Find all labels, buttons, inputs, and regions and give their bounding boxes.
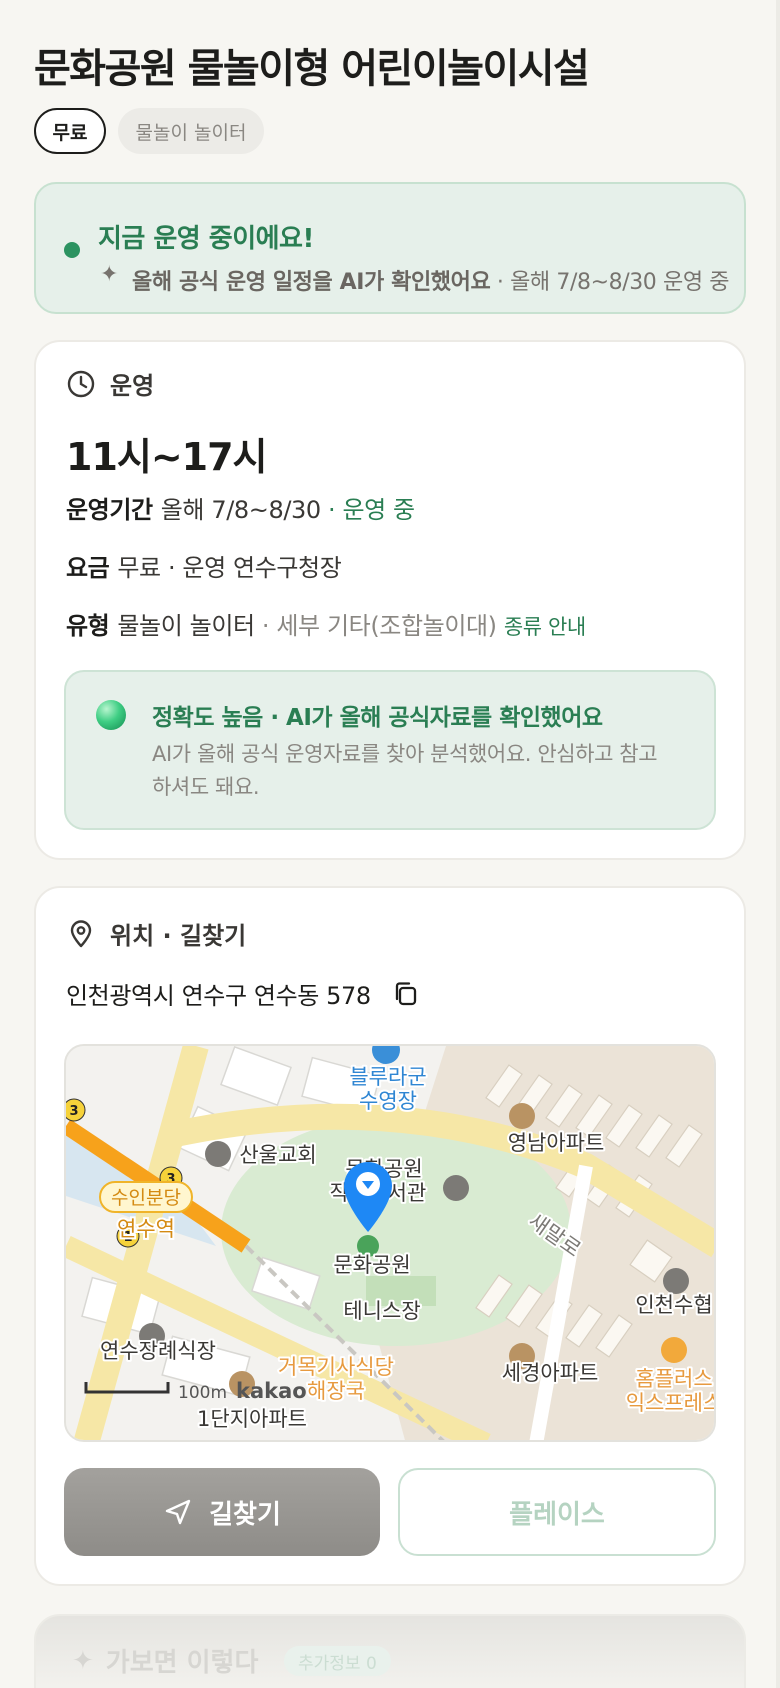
operation-card: 운영 11시~17시 운영기간 올해 7/8~8/30 · 운영 중 요금 무료 ·… [34,340,746,860]
location-heading-label: 위치 · 길찾기 [110,922,247,950]
fee-label: 요금 [66,554,110,582]
sparkle-icon: ✦ [100,262,119,287]
status-title: 지금 운영 중이에요! [98,224,314,254]
map-label-restaurant2: 해장국 [307,1379,365,1403]
ai-accuracy-desc: AI가 올해 공식 운영자료를 찾아 분석했어요. 안심하고 참고하셔도 돼요. [152,742,658,799]
type-detail: · 세부 기타(조합놀이대) [254,612,497,640]
ai-accuracy-box: 정확도 높음 · AI가 올해 공식자료를 확인했어요 AI가 올해 공식 운영… [64,670,716,830]
location-card: 위치 · 길찾기 인천광역시 연수구 연수동 578 3 3 1 블루라군 수영… [34,886,746,1586]
status-subtitle-bold: 올해 공식 운영 일정을 AI가 확인했어요 [132,270,491,295]
map-label-pool2: 수영장 [359,1089,417,1113]
map-label-restaurant1: 거목기사식당 [278,1355,394,1379]
map-label-tennis: 테니스장 [343,1299,420,1323]
sparkle-icon: ✦ [72,1645,94,1676]
directions-button-label: 길찾기 [209,1499,281,1530]
fee-row: 요금 무료 · 운영 연수구청장 [66,548,342,583]
period-value: 올해 7/8~8/30 [160,496,321,524]
operation-heading-label: 운영 [110,372,155,400]
type-value: 물놀이 놀이터 [117,612,255,640]
directions-button[interactable]: 길찾기 [64,1468,380,1556]
next-section-card[interactable]: ✦ 가보면 이렇다 추가정보 0 [34,1614,746,1688]
operating-hours: 11시~17시 [66,435,268,479]
map-label-apt3: 1단지아파트 [197,1407,307,1431]
status-banner: 지금 운영 중이에요! ✦ 올해 공식 운영 일정을 AI가 확인했어요 · 올… [34,182,746,314]
free-chip: 무료 [34,108,106,154]
location-map[interactable]: 3 3 1 블루라군 수영장 산울교회 영남아파트 문화공원 작은 [64,1044,716,1442]
page-title: 문화공원 물놀이형 어린이놀이시설 [34,46,590,92]
ai-orb-icon [96,700,126,730]
address-row: 인천광역시 연수구 연수동 578 [66,976,421,1011]
map-label-apt1: 영남아파트 [508,1131,605,1155]
location-heading: 위치 · 길찾기 [66,916,246,951]
type-chip: 물놀이 놀이터 [118,108,264,154]
navigation-arrow-icon [165,1499,191,1525]
type-guide-link[interactable]: 종류 안내 [504,615,586,639]
map-label-station2: 연수역 [117,1217,175,1241]
map-label-office: 인천수협 [635,1293,712,1317]
next-section-title-text: 가보면 이렇다 [105,1648,259,1678]
map-scale: 100m [178,1383,227,1403]
map-label-park: 문화공원 [333,1253,410,1277]
map-label-shop1: 홈플러스 [635,1367,712,1391]
period-label: 운영기간 [66,496,153,524]
map-brand: kakao [236,1379,307,1403]
copy-icon[interactable] [391,979,421,1009]
place-button[interactable]: 플레이스 [398,1468,716,1556]
scroll-edge [776,0,780,1688]
live-dot-icon [64,242,80,258]
type-label: 유형 [66,612,110,640]
status-subtitle-rest: · 올해 7/8~8/30 운영 중 [490,270,730,295]
period-status: · 운영 중 [320,496,415,524]
address-text: 인천광역시 연수구 연수동 578 [66,982,371,1010]
line-badge-1: 3 [69,1104,78,1119]
map-label-station1: 수인분당 [111,1187,181,1209]
map-label-pool1: 블루라군 [349,1065,426,1089]
status-subtitle: 올해 공식 운영 일정을 AI가 확인했어요 · 올해 7/8~8/30 운영 … [132,264,730,296]
map-pin-icon [70,919,92,947]
operation-heading: 운영 [66,366,154,401]
ai-accuracy-title: 정확도 높음 · AI가 올해 공식자료를 확인했어요 [152,705,603,731]
fee-value: 무료 · 운영 연수구청장 [117,554,342,582]
clock-icon [67,370,95,397]
map-label-apt2: 세경아파트 [502,1361,599,1385]
next-section-badge: 추가정보 0 [284,1646,391,1676]
next-section-title: ✦ 가보면 이렇다 [72,1642,258,1679]
map-label-church: 산울교회 [239,1143,316,1167]
period-row: 운영기간 올해 7/8~8/30 · 운영 중 [66,490,415,525]
map-label-funeral: 연수장례식장 [100,1339,216,1363]
type-row: 유형 물놀이 놀이터 · 세부 기타(조합놀이대) 종류 안내 [66,606,586,641]
map-label-shop2: 익스프레스 [626,1391,716,1415]
